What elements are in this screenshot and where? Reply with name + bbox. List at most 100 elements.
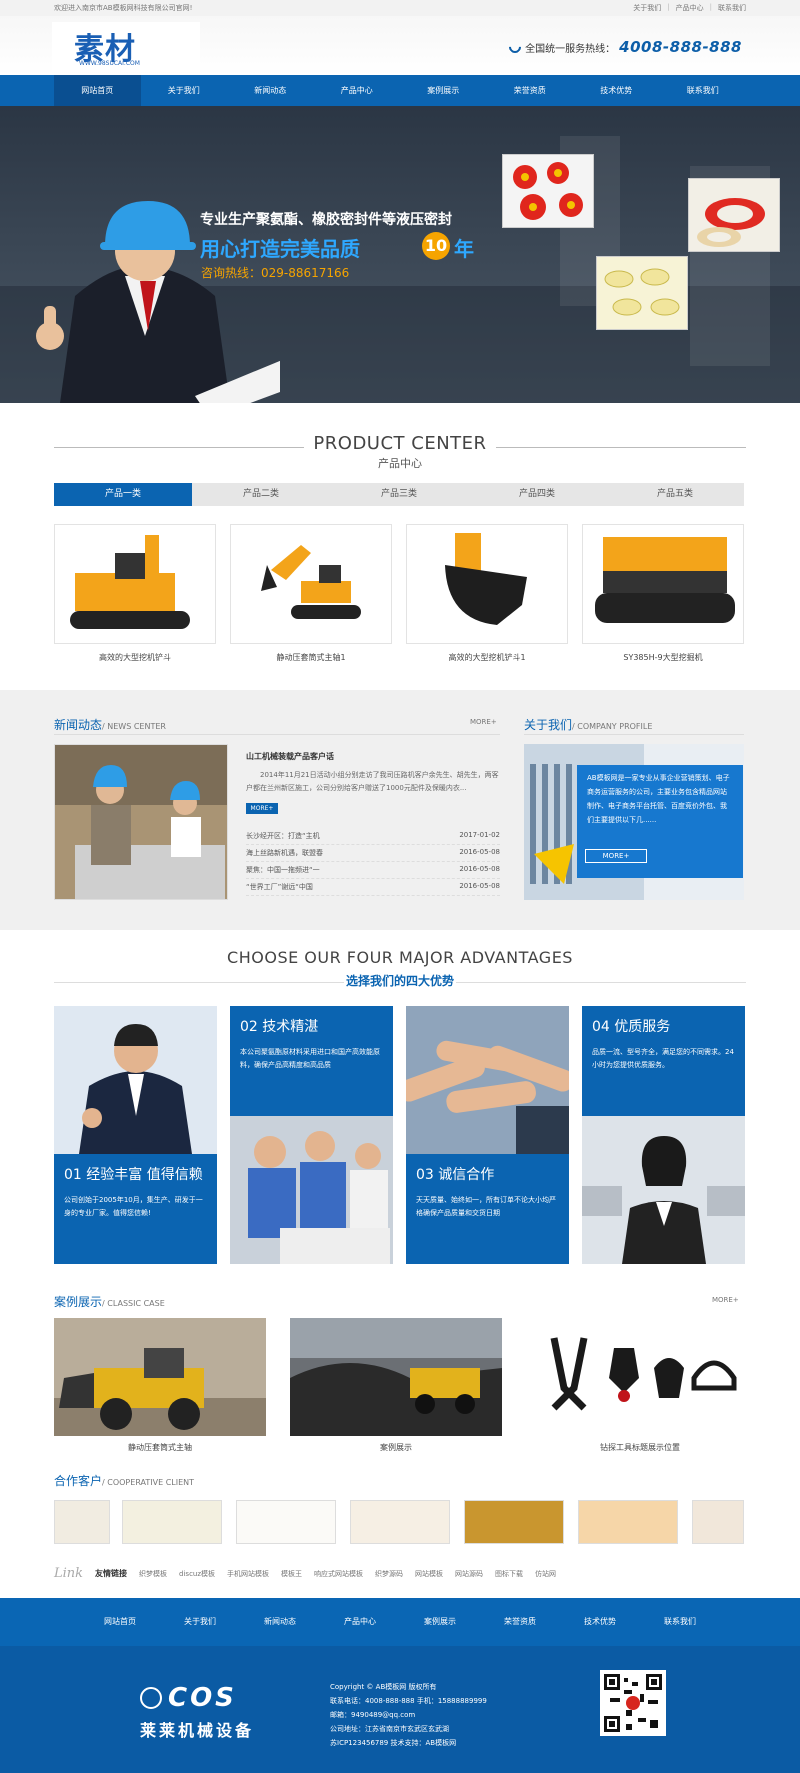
advantages-subtitle: 选择我们的四大优势 <box>345 974 454 988</box>
advantage-text: 品质一流、型号齐全，满足您的不同需求。24小时为您提供优质服务。 <box>592 1048 734 1069</box>
advantage-card-4[interactable]: 04 优质服务 品质一流、型号齐全，满足您的不同需求。24小时为您提供优质服务。 <box>582 1006 745 1264</box>
tab-category-3[interactable]: 产品三类 <box>330 483 468 506</box>
footer-nav-about[interactable]: 关于我们 <box>160 1598 240 1646</box>
tab-category-4[interactable]: 产品四类 <box>468 483 606 506</box>
friend-link[interactable]: 网站模板 <box>415 1569 443 1579</box>
footer-nav-home[interactable]: 网站首页 <box>80 1598 160 1646</box>
divider <box>524 734 744 735</box>
advantage-title: 01 经验丰富 值得信赖 <box>64 1167 203 1183</box>
client-certificate[interactable] <box>122 1500 222 1544</box>
footer-copyright: Copyright © AB模板网 版权所有 <box>330 1683 437 1691</box>
friend-link[interactable]: 手机网站模板 <box>227 1569 269 1579</box>
product-card[interactable] <box>230 524 392 644</box>
top-link-about[interactable]: 关于我们 <box>633 3 661 13</box>
top-link-contact[interactable]: 联系我们 <box>718 3 746 13</box>
advantage-text: 公司创始于2005年10月，集生产、研发于一身的专业厂家。值得您信赖! <box>64 1196 203 1217</box>
footer-email: 邮箱：9490489@qq.com <box>330 1711 416 1719</box>
cos-logo-icon <box>140 1687 162 1709</box>
advantage-card-3[interactable]: 03 诚信合作 天天质量、始终如一，所有订单不论大小均严格确保产品质量和交货日期 <box>406 1006 569 1264</box>
client-certificate[interactable] <box>692 1500 744 1544</box>
banner-badge: 10 <box>422 232 450 260</box>
advantage-text: 天天质量、始终如一，所有订单不论大小均严格确保产品质量和交货日期 <box>416 1196 556 1217</box>
top-bar: 欢迎进入南京市AB模板网科技有限公司官网! 关于我们 | 产品中心 | 联系我们 <box>0 0 800 16</box>
footer-nav-honors[interactable]: 荣誉资质 <box>480 1598 560 1646</box>
friend-link[interactable]: 织梦源码 <box>375 1569 403 1579</box>
client-certificate[interactable] <box>464 1500 564 1544</box>
product-name[interactable]: SY385H-9大型挖掘机 <box>582 652 744 663</box>
client-certificate[interactable] <box>578 1500 678 1544</box>
news-list-item[interactable]: “世界工厂”谢远“中国 2016-05-08 <box>246 882 500 896</box>
product-card[interactable] <box>54 524 216 644</box>
logo-subtext: WWW.98SUCAI.COM <box>79 60 140 67</box>
product-card[interactable] <box>406 524 568 644</box>
qr-code <box>600 1670 666 1736</box>
advantage-box: 01 经验丰富 值得信赖 公司创始于2005年10月，集生产、研发于一身的专业厂… <box>54 1154 217 1264</box>
tab-category-1[interactable]: 产品一类 <box>54 483 192 506</box>
footer-nav-cases[interactable]: 案例展示 <box>400 1598 480 1646</box>
friend-link[interactable]: 图标下载 <box>495 1569 523 1579</box>
main-nav: 网站首页 关于我们 新闻动态 产品中心 案例展示 荣誉资质 技术优势 联系我们 <box>0 75 800 106</box>
footer-nav-products[interactable]: 产品中心 <box>320 1598 400 1646</box>
phone-icon <box>506 38 524 56</box>
banner-product-rings <box>688 178 780 252</box>
nav-item-honors[interactable]: 荣誉资质 <box>487 75 574 106</box>
news-photo[interactable] <box>54 744 228 900</box>
hotline-label: 全国统一服务热线： <box>525 43 616 55</box>
cases-more-link[interactable]: MORE+ <box>712 1296 739 1304</box>
product-card[interactable] <box>582 524 744 644</box>
advantage-title: 02 技术精湛 <box>240 1019 319 1035</box>
friend-link[interactable]: 模板王 <box>281 1569 302 1579</box>
news-more-link[interactable]: MORE+ <box>470 718 497 726</box>
product-tabs: 产品一类 产品二类 产品三类 产品四类 产品五类 <box>54 483 744 506</box>
advantage-card-2[interactable]: 02 技术精湛 本公司聚氨酯原材料采用进口和国产高效能原料，确保产品高精度和高品… <box>230 1006 393 1264</box>
case-image[interactable] <box>534 1318 746 1436</box>
advantage-card-1[interactable]: 01 经验丰富 值得信赖 公司创始于2005年10月，集生产、研发于一身的专业厂… <box>54 1006 217 1264</box>
nav-item-news[interactable]: 新闻动态 <box>227 75 314 106</box>
product-center-title: PRODUCT CENTER <box>313 433 487 454</box>
case-name[interactable]: 钻探工具标题展示位置 <box>534 1442 746 1453</box>
about-text: AB模板网是一家专业从事企业营销策划、电子商务运营服务的公司，主要业务包含精品网… <box>587 774 730 824</box>
tab-category-5[interactable]: 产品五类 <box>606 483 744 506</box>
footer-nav-tech[interactable]: 技术优势 <box>560 1598 640 1646</box>
banner-line2-end: 年 <box>454 237 474 261</box>
friend-link[interactable]: 织梦模板 <box>139 1569 167 1579</box>
product-name[interactable]: 高效的大型挖机铲斗1 <box>406 652 568 663</box>
divider <box>54 982 344 983</box>
friend-link[interactable]: 仿站网 <box>535 1569 556 1579</box>
top-link-products[interactable]: 产品中心 <box>676 3 704 13</box>
nav-item-home[interactable]: 网站首页 <box>54 75 141 106</box>
news-more-button[interactable]: MORE+ <box>246 803 278 814</box>
divider <box>456 982 746 983</box>
news-list-item[interactable]: 长沙经开区：打造“主机 2017-01-02 <box>246 831 500 845</box>
nav-item-about[interactable]: 关于我们 <box>141 75 228 106</box>
nav-item-cases[interactable]: 案例展示 <box>400 75 487 106</box>
nav-item-tech[interactable]: 技术优势 <box>573 75 660 106</box>
nav-item-products[interactable]: 产品中心 <box>314 75 401 106</box>
banner-line2: 用心打造完美品质 <box>200 237 360 261</box>
friend-link[interactable]: 网站源码 <box>455 1569 483 1579</box>
footer-logo-en: COS <box>168 1683 237 1713</box>
hero-banner[interactable]: 专业生产聚氨酯、橡胶密封件等液压密封 用心打造完美品质 10 年 咨询热线：02… <box>0 106 800 403</box>
case-image[interactable] <box>290 1318 502 1436</box>
about-more-button[interactable]: MORE+ <box>585 849 647 863</box>
case-name[interactable]: 案例展示 <box>290 1442 502 1453</box>
tab-category-2[interactable]: 产品二类 <box>192 483 330 506</box>
nav-item-contact[interactable]: 联系我们 <box>660 75 747 106</box>
news-headline[interactable]: 山工机械装载产品客户话 <box>246 751 334 762</box>
footer-logo: COS 莱莱机械设备 <box>140 1683 254 1741</box>
case-image[interactable] <box>54 1318 266 1436</box>
client-certificate[interactable] <box>236 1500 336 1544</box>
about-title: 关于我们/ COMPANY PROFILE <box>524 718 653 732</box>
product-name[interactable]: 高效的大型挖机铲斗 <box>54 652 216 663</box>
footer-nav-contact[interactable]: 联系我们 <box>640 1598 720 1646</box>
client-certificate[interactable] <box>350 1500 450 1544</box>
friend-link[interactable]: 响应式网站模板 <box>314 1569 363 1579</box>
news-list-item[interactable]: 聚焦：中国一拖频进“一 2016-05-08 <box>246 865 500 879</box>
hotline: 全国统一服务热线： 4008-888-888 <box>506 38 742 56</box>
product-name[interactable]: 静动压套筒式主轴1 <box>230 652 392 663</box>
footer-nav-news[interactable]: 新闻动态 <box>240 1598 320 1646</box>
friend-link[interactable]: discuz模板 <box>179 1569 215 1579</box>
client-certificate[interactable] <box>54 1500 110 1544</box>
news-list-item[interactable]: 海上丝路新机遇，联盟春 2016-05-08 <box>246 848 500 862</box>
case-name[interactable]: 静动压套筒式主轴 <box>54 1442 266 1453</box>
